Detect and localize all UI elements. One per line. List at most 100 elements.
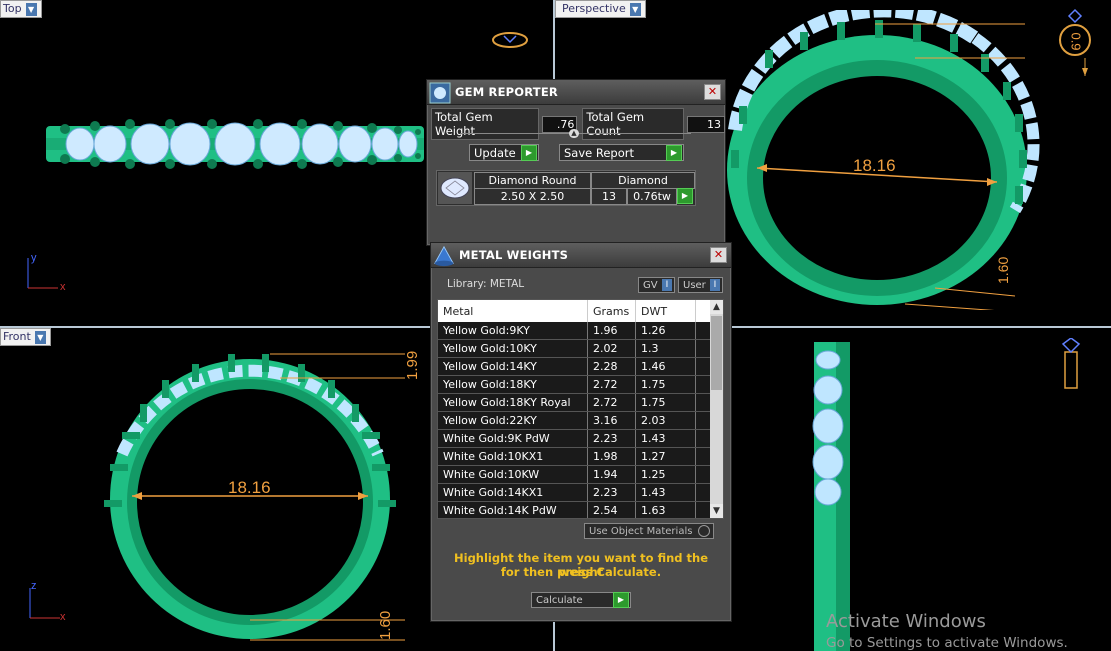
metal-name-cell: Yellow Gold:10KY (438, 340, 588, 357)
axis-x-label: x (60, 281, 66, 293)
metal-weights-icon (434, 245, 454, 266)
scroll-down-icon[interactable]: ▼ (710, 504, 723, 518)
calculate-button[interactable]: Calculate ▶ (531, 592, 631, 608)
total-gem-weight-label: Total Gem Weight (431, 108, 539, 140)
metal-weights-title: METAL WEIGHTS (459, 248, 569, 262)
user-toggle-button[interactable]: User I (678, 277, 723, 293)
table-row[interactable]: Yellow Gold:14KY 2.28 1.46 (438, 358, 723, 376)
update-button[interactable]: Update ▶ (469, 144, 539, 161)
gem-reporter-title: GEM REPORTER (455, 85, 558, 99)
metal-weights-titlebar[interactable]: METAL WEIGHTS ✕ (431, 243, 731, 268)
dwt-cell: 1.75 (636, 394, 696, 411)
dimension-thickness-persp: 1.60 (995, 256, 1011, 284)
table-body: Yellow Gold:9KY 1.96 1.26 Yellow Gold:10KY 2… (438, 322, 723, 518)
column-header-grams[interactable]: Grams (588, 300, 636, 322)
axis-gizmo-front (29, 588, 60, 619)
round-diamond-icon (438, 172, 472, 204)
column-header-dwt[interactable]: DWT (636, 300, 696, 322)
dimension-width-front: 1.99 (404, 350, 421, 380)
grams-cell: 2.54 (588, 502, 636, 518)
dwt-cell: 1.46 (636, 358, 696, 375)
table-row[interactable]: White Gold:10KW 1.94 1.25 (438, 466, 723, 484)
dwt-cell: 1.75 (636, 376, 696, 393)
metal-name-cell: White Gold:9K PdW (438, 430, 588, 447)
play-arrow-icon: ▶ (613, 592, 629, 608)
chevron-down-icon[interactable]: ▼ (34, 330, 46, 344)
table-row[interactable]: Yellow Gold:18KY 2.72 1.75 (438, 376, 723, 394)
grams-cell: 2.23 (588, 430, 636, 447)
gem-weight: 0.76tw (627, 188, 677, 205)
library-label: Library: METAL (447, 278, 525, 290)
metal-name-cell: Yellow Gold:18KY (438, 376, 588, 393)
activation-watermark-title: Activate Windows (826, 611, 986, 632)
table-row[interactable]: Yellow Gold:9KY 1.96 1.26 (438, 322, 723, 340)
metal-name-cell: Yellow Gold:14KY (438, 358, 588, 375)
dwt-cell: 1.43 (636, 484, 696, 501)
axis-x-label-front: x (60, 611, 66, 623)
gem-side-icon (1061, 338, 1081, 389)
viewport-top-label[interactable]: Top ▼ (0, 0, 42, 18)
dwt-cell: 1.63 (636, 502, 696, 518)
dwt-cell: 1.25 (636, 466, 696, 483)
gem-reporter-titlebar[interactable]: GEM REPORTER ✕ (427, 80, 725, 105)
table-row[interactable]: White Gold:14KX1 2.23 1.43 (438, 484, 723, 502)
activation-watermark-message: Go to Settings to activate Windows. (826, 635, 1068, 651)
table-row[interactable]: Yellow Gold:18KY Royal 2.72 1.75 (438, 394, 723, 412)
viewport-front-label[interactable]: Front ▼ (0, 328, 51, 346)
chevron-down-icon[interactable]: ▼ (25, 2, 37, 16)
metal-name-cell: Yellow Gold:9KY (438, 322, 588, 339)
metal-name-cell: White Gold:10KW (438, 466, 588, 483)
scroll-up-icon[interactable]: ▲ (710, 300, 723, 314)
axis-y-label: y (31, 252, 37, 264)
gem-shape: Diamond Round (474, 172, 591, 189)
grams-cell: 1.98 (588, 448, 636, 465)
column-header-metal[interactable]: Metal (438, 300, 588, 322)
gem-count: 13 (591, 188, 627, 205)
gem-list-item[interactable]: Diamond Round Diamond 2.50 X 2.50 13 0.7… (436, 170, 696, 206)
ring-orientation-icon (492, 32, 528, 48)
ring-side-view (812, 342, 850, 651)
gv-toggle-button[interactable]: GV I (638, 277, 675, 293)
gem-reporter-icon (429, 82, 451, 103)
metal-name-cell: Yellow Gold:22KY (438, 412, 588, 429)
gem-size: 2.50 X 2.50 (474, 188, 591, 205)
toggle-icon: I (710, 279, 720, 291)
scroll-thumb[interactable] (711, 316, 722, 390)
dimension-persp-top: 0.9 (1068, 32, 1084, 51)
close-icon[interactable]: ✕ (710, 247, 727, 263)
splitter-handle-icon[interactable]: ▲ (569, 129, 579, 138)
grams-cell: 2.72 (588, 394, 636, 411)
gem-detail-arrow-button[interactable]: ▶ (677, 188, 693, 204)
dimension-thickness-front: 1.60 (377, 610, 394, 640)
grams-cell: 2.72 (588, 376, 636, 393)
table-row[interactable]: White Gold:9K PdW 2.23 1.43 (438, 430, 723, 448)
table-scrollbar[interactable]: ▲ ▼ (710, 300, 723, 518)
metal-weights-panel: METAL WEIGHTS ✕ Library: METAL GV I User… (430, 242, 732, 622)
table-row[interactable]: White Gold:10KX1 1.98 1.27 (438, 448, 723, 466)
total-gem-count-label: Total Gem Count (582, 108, 685, 140)
table-row[interactable]: Yellow Gold:10KY 2.02 1.3 (438, 340, 723, 358)
metal-name-cell: White Gold:10KX1 (438, 448, 588, 465)
table-row[interactable]: White Gold:14K PdW 2.54 1.63 (438, 502, 723, 518)
grams-cell: 2.02 (588, 340, 636, 357)
table-header: Metal Grams DWT (438, 300, 723, 322)
grams-cell: 2.23 (588, 484, 636, 501)
dimension-diameter-front: 18.16 (228, 478, 271, 497)
play-arrow-icon: ▶ (521, 144, 537, 161)
radio-icon (698, 525, 710, 537)
grams-cell: 2.28 (588, 358, 636, 375)
table-row[interactable]: Yellow Gold:22KY 3.16 2.03 (438, 412, 723, 430)
grams-cell: 1.96 (588, 322, 636, 339)
use-object-materials-button[interactable]: Use Object Materials (584, 523, 714, 539)
toggle-icon: I (662, 279, 672, 291)
metal-name-cell: White Gold:14KX1 (438, 484, 588, 501)
close-icon[interactable]: ✕ (704, 84, 721, 100)
gem-reporter-panel: GEM REPORTER ✕ Total Gem Weight .76 Tota… (426, 79, 726, 246)
metal-name-cell: Yellow Gold:18KY Royal (438, 394, 588, 411)
chevron-down-icon[interactable]: ▼ (629, 2, 641, 16)
save-report-button[interactable]: Save Report ▶ (559, 144, 684, 161)
metal-weights-table[interactable]: Metal Grams DWT Yellow Gold:9KY 1.96 1.26 Y… (437, 299, 724, 519)
viewport-perspective-label[interactable]: Perspective ▼ (555, 0, 646, 18)
grams-cell: 3.16 (588, 412, 636, 429)
dwt-cell: 1.27 (636, 448, 696, 465)
